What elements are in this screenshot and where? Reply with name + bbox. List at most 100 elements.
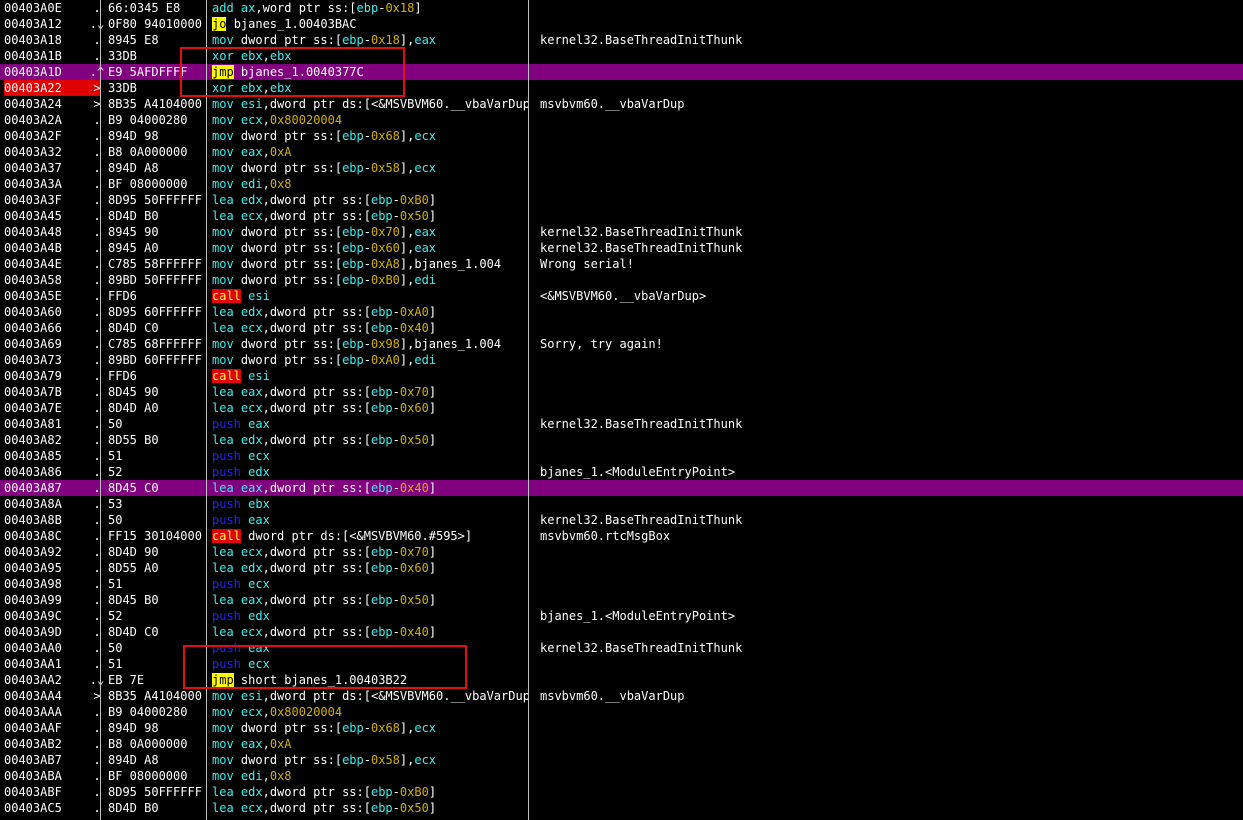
disassembly-cell[interactable]: push eax [212,640,528,656]
comment-cell[interactable]: kernel32.BaseThreadInitThunk [540,224,1240,240]
hex-dump-cell[interactable]: 8D4D C0 [108,624,206,640]
disasm-row[interactable]: 00403AB2. B8 0A000000 mov eax,0xA [0,736,1243,752]
disasm-row[interactable]: 00403A4E. C785 58FFFFFF mov dword ptr ss:[… [0,256,1243,272]
hex-dump-cell[interactable]: 8D55 A0 [108,560,206,576]
hex-dump-cell[interactable]: 89BD 50FFFFFF [108,272,206,288]
hex-dump-cell[interactable]: 66:0345 E8 [108,0,206,16]
disassembly-cell[interactable]: lea ecx,dword ptr ss:[ebp-0x40] [212,624,528,640]
disasm-row[interactable]: 00403A37. 894D A8 mov dword ptr ss:[ebp-0x… [0,160,1243,176]
comment-cell[interactable]: kernel32.BaseThreadInitThunk [540,512,1240,528]
disassembly-cell[interactable]: call dword ptr ds:[<&MSVBVM60.#595>] [212,528,528,544]
hex-dump-cell[interactable]: 8D45 C0 [108,480,206,496]
hex-dump-cell[interactable]: B8 0A000000 [108,736,206,752]
hex-dump-cell[interactable]: 51 [108,576,206,592]
disassembly-cell[interactable]: jo bjanes_1.00403BAC [212,16,528,32]
disasm-row[interactable]: 00403A1D .^ E9 5AFDFFFF jmp bjanes_1.004037… [0,64,1243,80]
disasm-row[interactable]: 00403A9C. 52 push edx bjanes_1.<ModuleEntry… [0,608,1243,624]
disasm-row[interactable]: 00403A4B. 8945 A0 mov dword ptr ss:[ebp-0x… [0,240,1243,256]
disassembly-cell[interactable]: call esi [212,368,528,384]
disasm-row[interactable]: 00403A48. 8945 90 mov dword ptr ss:[ebp-0x… [0,224,1243,240]
hex-dump-cell[interactable]: 894D 98 [108,720,206,736]
disassembly-cell[interactable]: lea edx,dword ptr ss:[ebp-0xB0] [212,192,528,208]
disasm-row[interactable]: 00403A5E. FFD6 call esi <&MSVBVM60.__vbaVar… [0,288,1243,304]
disasm-row[interactable]: 00403A18. 8945 E8 mov dword ptr ss:[ebp-0x… [0,32,1243,48]
hex-dump-cell[interactable]: EB 7E [108,672,206,688]
hex-dump-cell[interactable]: 894D A8 [108,160,206,176]
disasm-row[interactable]: 00403A32. B8 0A000000 mov eax,0xA [0,144,1243,160]
hex-dump-cell[interactable]: 50 [108,416,206,432]
hex-dump-cell[interactable]: 53 [108,496,206,512]
comment-cell[interactable]: <&MSVBVM60.__vbaVarDup> [540,288,1240,304]
disasm-row[interactable]: 00403A9D. 8D4D C0 lea ecx,dword ptr ss:[eb… [0,624,1243,640]
hex-dump-cell[interactable]: 8D4D B0 [108,208,206,224]
hex-dump-cell[interactable]: 33DB [108,80,206,96]
disasm-row[interactable]: 00403A2F. 894D 98 mov dword ptr ss:[ebp-0x… [0,128,1243,144]
disasm-row[interactable]: 00403A60. 8D95 60FFFFFF lea edx,dword ptr … [0,304,1243,320]
disassembly-cell[interactable]: xor ebx,ebx [212,80,528,96]
disassembly-cell[interactable]: lea edx,dword ptr ss:[ebp-0xA0] [212,304,528,320]
disassembly-cell[interactable]: mov dword ptr ss:[ebp-0x98],bjanes_1.004 [212,336,528,352]
hex-dump-cell[interactable]: 8D4D B0 [108,800,206,816]
disasm-row[interactable]: 00403A3A. BF 08000000 mov edi,0x8 [0,176,1243,192]
disasm-row[interactable]: 00403AA0. 50 push eax kernel32.BaseThreadIn… [0,640,1243,656]
hex-dump-cell[interactable]: 8D4D C0 [108,320,206,336]
hex-dump-cell[interactable]: FF15 30104000 [108,528,206,544]
disasm-row[interactable]: 00403A73. 89BD 60FFFFFF mov dword ptr ss:[… [0,352,1243,368]
disassembly-cell[interactable]: lea eax,dword ptr ss:[ebp-0x70] [212,384,528,400]
disassembly-cell[interactable]: push ecx [212,656,528,672]
comment-cell[interactable]: msvbvm60.__vbaVarDup [540,688,1240,704]
disasm-row[interactable]: 00403A95. 8D55 A0 lea edx,dword ptr ss:[eb… [0,560,1243,576]
disasm-row[interactable]: 00403AAA. B9 04000280 mov ecx,0x80020004 [0,704,1243,720]
disasm-row[interactable]: 00403A8A. 53 push ebx [0,496,1243,512]
disassembly-cell[interactable]: push edx [212,464,528,480]
comment-cell[interactable]: Sorry, try again! [540,336,1240,352]
disasm-row[interactable]: 00403A12 .⌄ 0F80 94010000 jo bjanes_1.00403… [0,16,1243,32]
disassembly-cell[interactable]: mov esi,dword ptr ds:[<&MSVBVM60.__vbaVa… [212,96,528,112]
hex-dump-cell[interactable]: B8 0A000000 [108,144,206,160]
disasm-row[interactable]: 00403A85. 51 push ecx [0,448,1243,464]
disasm-row[interactable]: 00403A24 >8B35 A4104000 mov esi,dword ptr … [0,96,1243,112]
disassembly-cell[interactable]: lea edx,dword ptr ss:[ebp-0xB0] [212,784,528,800]
disassembly-cell[interactable]: lea eax,dword ptr ss:[ebp-0x50] [212,592,528,608]
hex-dump-cell[interactable]: 8D55 B0 [108,432,206,448]
hex-dump-cell[interactable]: 52 [108,608,206,624]
disasm-row[interactable]: 00403AC5. 8D4D B0 lea ecx,dword ptr ss:[eb… [0,800,1243,816]
disassembly-cell[interactable]: push ecx [212,448,528,464]
comment-cell[interactable]: bjanes_1.<ModuleEntryPoint> [540,464,1240,480]
disassembly-cell[interactable]: add ax,word ptr ss:[ebp-0x18] [212,0,528,16]
disassembly-cell[interactable]: push ecx [212,576,528,592]
comment-cell[interactable]: kernel32.BaseThreadInitThunk [540,416,1240,432]
disassembly-cell[interactable]: mov dword ptr ss:[ebp-0x58],ecx [212,160,528,176]
hex-dump-cell[interactable]: 8B35 A4104000 [108,96,206,112]
disasm-row[interactable]: 00403A99. 8D45 B0 lea eax,dword ptr ss:[eb… [0,592,1243,608]
disasm-row[interactable]: 00403A7B. 8D45 90 lea eax,dword ptr ss:[eb… [0,384,1243,400]
disassembly-cell[interactable]: mov edi,0x8 [212,176,528,192]
disasm-row[interactable]: 00403A66. 8D4D C0 lea ecx,dword ptr ss:[eb… [0,320,1243,336]
disasm-row[interactable]: 00403A45. 8D4D B0 lea ecx,dword ptr ss:[eb… [0,208,1243,224]
disassembly-cell[interactable]: lea ecx,dword ptr ss:[ebp-0x60] [212,400,528,416]
hex-dump-cell[interactable]: 8945 90 [108,224,206,240]
disasm-row[interactable]: 00403A3F. 8D95 50FFFFFF lea edx,dword ptr … [0,192,1243,208]
hex-dump-cell[interactable]: 8D4D A0 [108,400,206,416]
disassembly-cell[interactable]: call esi [212,288,528,304]
disasm-row[interactable]: 00403A87. 8D45 C0 lea eax,dword ptr ss:[eb… [0,480,1243,496]
disassembly-cell[interactable]: push eax [212,416,528,432]
disasm-row[interactable]: 00403AA2 .⌄ EB 7E jmp short bjanes_1.00403B… [0,672,1243,688]
disasm-row[interactable]: 00403AA1. 51 push ecx [0,656,1243,672]
hex-dump-cell[interactable]: 52 [108,464,206,480]
disassembly-cell[interactable]: mov eax,0xA [212,144,528,160]
disassembly-cell[interactable]: mov dword ptr ss:[ebp-0x68],ecx [212,720,528,736]
hex-dump-cell[interactable]: 894D A8 [108,752,206,768]
disasm-row[interactable]: 00403AB7. 894D A8 mov dword ptr ss:[ebp-0x… [0,752,1243,768]
hex-dump-cell[interactable]: FFD6 [108,368,206,384]
disasm-row[interactable]: 00403A2A. B9 04000280 mov ecx,0x80020004 [0,112,1243,128]
disassembly-cell[interactable]: xor ebx,ebx [212,48,528,64]
hex-dump-cell[interactable]: C785 68FFFFFF [108,336,206,352]
disassembly-cell[interactable]: mov dword ptr ss:[ebp-0xA0],edi [212,352,528,368]
disasm-row[interactable]: 00403A82. 8D55 B0 lea edx,dword ptr ss:[eb… [0,432,1243,448]
disassembly-cell[interactable]: mov dword ptr ss:[ebp-0x60],eax [212,240,528,256]
disassembly-cell[interactable]: push eax [212,512,528,528]
comment-cell[interactable]: bjanes_1.<ModuleEntryPoint> [540,608,1240,624]
disassembly-cell[interactable]: lea edx,dword ptr ss:[ebp-0x60] [212,560,528,576]
disassembly-cell[interactable]: lea ecx,dword ptr ss:[ebp-0x40] [212,320,528,336]
